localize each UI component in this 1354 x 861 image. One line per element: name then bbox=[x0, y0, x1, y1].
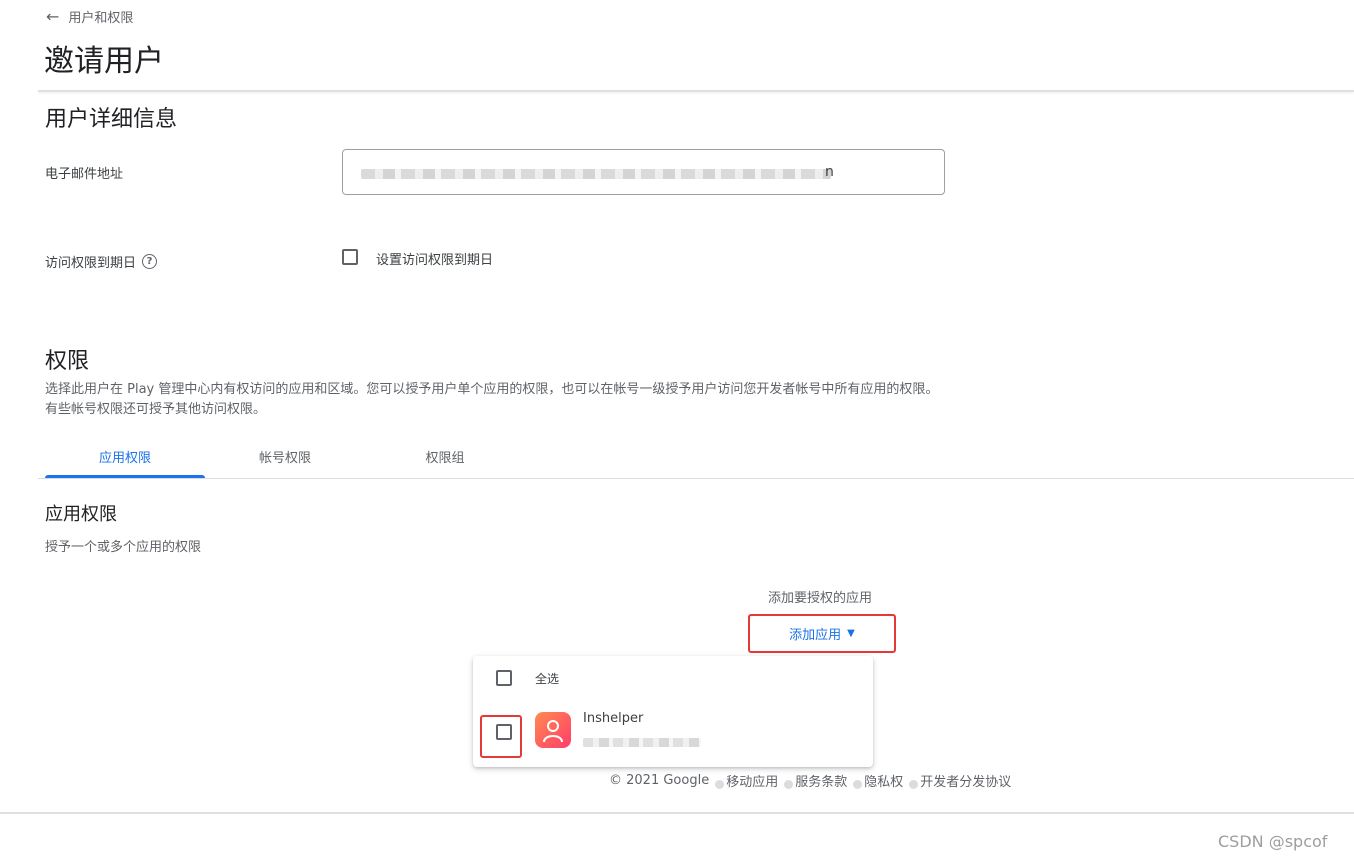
caret-down-icon: ▼ bbox=[847, 628, 855, 639]
tab-permission-groups[interactable]: 权限组 bbox=[365, 446, 525, 478]
back-link[interactable]: ← 用户和权限 bbox=[46, 7, 133, 26]
person-icon bbox=[543, 720, 563, 743]
app-dropdown: 全选 Inshelper bbox=[473, 656, 873, 767]
add-app-button-label: 添加应用 bbox=[789, 628, 842, 643]
footer-link-dda[interactable]: 开发者分发协议 bbox=[920, 771, 1011, 790]
watermark: CSDN @spcof bbox=[1218, 832, 1328, 851]
arrow-left-icon: ← bbox=[46, 7, 60, 26]
footer-link-mobile[interactable]: 移动应用 bbox=[726, 771, 778, 790]
dot-separator bbox=[715, 780, 725, 789]
permissions-title: 权限 bbox=[45, 349, 90, 374]
expiry-label: 访问权限到期日 ? bbox=[45, 252, 158, 271]
bottom-divider bbox=[0, 812, 1354, 814]
tabs-divider bbox=[38, 478, 1354, 479]
select-all-label: 全选 bbox=[535, 672, 560, 686]
app-permissions-title: 应用权限 bbox=[45, 504, 117, 525]
permissions-description: 选择此用户在 Play 管理中心内有权访问的应用和区域。您可以授予用户单个应用的… bbox=[45, 382, 939, 417]
dot-separator bbox=[909, 780, 919, 789]
page-title: 邀请用户 bbox=[44, 44, 164, 79]
back-link-label: 用户和权限 bbox=[68, 11, 134, 26]
footer: © 2021 Google 移动应用 服务条款 隐私权 开发者分发协议 bbox=[609, 771, 1011, 790]
email-input[interactable]: n bbox=[342, 149, 945, 195]
add-app-label: 添加要授权的应用 bbox=[768, 591, 873, 606]
app-id-redacted bbox=[583, 738, 701, 747]
app-permissions-description: 授予一个或多个应用的权限 bbox=[45, 540, 202, 555]
email-label-text: 电子邮件地址 bbox=[45, 167, 124, 182]
dot-separator bbox=[853, 780, 863, 789]
add-app-button[interactable]: 添加应用 ▼ bbox=[748, 614, 896, 653]
footer-link-terms[interactable]: 服务条款 bbox=[795, 771, 847, 790]
footer-copyright: © 2021 Google bbox=[609, 773, 710, 788]
email-redacted bbox=[361, 169, 831, 179]
permission-tabs: 应用权限 帐号权限 权限组 bbox=[45, 446, 525, 478]
email-visible-tail: n bbox=[825, 164, 834, 180]
user-details-title: 用户详细信息 bbox=[45, 107, 178, 132]
footer-link-privacy[interactable]: 隐私权 bbox=[864, 771, 903, 790]
app-name: Inshelper bbox=[583, 711, 644, 726]
expiry-label-text: 访问权限到期日 bbox=[45, 256, 137, 271]
expiry-checkbox[interactable] bbox=[342, 249, 358, 265]
tab-app-permissions[interactable]: 应用权限 bbox=[45, 446, 205, 478]
header-divider bbox=[38, 90, 1354, 92]
app-icon bbox=[535, 712, 571, 748]
help-icon[interactable]: ? bbox=[142, 254, 158, 269]
email-label: 电子邮件地址 bbox=[45, 163, 123, 182]
app-checkbox[interactable] bbox=[496, 724, 512, 740]
select-all-checkbox[interactable] bbox=[496, 670, 512, 686]
dot-separator bbox=[784, 780, 794, 789]
expiry-checkbox-label: 设置访问权限到期日 bbox=[376, 253, 494, 268]
tab-account-permissions[interactable]: 帐号权限 bbox=[205, 446, 365, 478]
